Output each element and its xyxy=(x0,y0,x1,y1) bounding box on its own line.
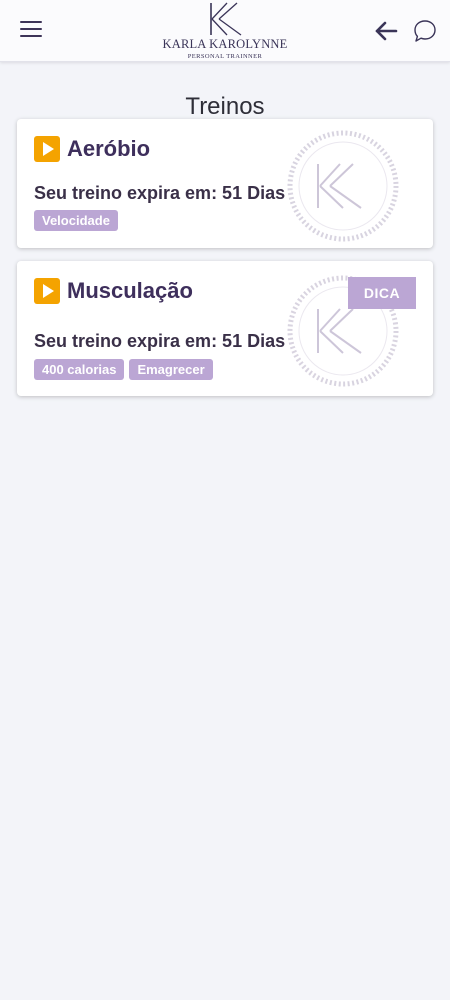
brand-name: KARLA KAROLYNNE xyxy=(162,37,288,51)
tag-badge: Velocidade xyxy=(34,210,118,231)
kk-monogram-icon xyxy=(210,2,242,36)
brand-subtitle: PERSONAL TRAINNER xyxy=(187,53,263,60)
play-icon xyxy=(34,136,60,162)
brand-seal-watermark xyxy=(287,130,399,242)
workout-card-musculacao[interactable]: Musculação DICA Seu treino expira em: 51… xyxy=(17,261,433,396)
page-title: Treinos xyxy=(185,93,265,121)
brand-logo: KARLA KAROLYNNE PERSONAL TRAINNER xyxy=(160,2,290,60)
chat-bubble-icon[interactable] xyxy=(412,18,438,44)
tag-badge: Emagrecer xyxy=(129,359,213,380)
tag-badge: 400 calorias xyxy=(34,359,125,380)
dica-button[interactable]: DICA xyxy=(348,277,416,309)
menu-icon[interactable] xyxy=(20,21,42,39)
tag-list: 400 calorias Emagrecer xyxy=(34,359,213,380)
tag-list: Velocidade xyxy=(34,210,118,231)
top-app-bar: KARLA KAROLYNNE PERSONAL TRAINNER xyxy=(0,0,450,62)
play-icon xyxy=(34,278,60,304)
arrow-left-icon[interactable] xyxy=(374,20,398,42)
card-title: Aeróbio xyxy=(67,136,151,161)
card-title: Musculação xyxy=(67,278,193,303)
card-expiry-text: Seu treino expira em: 51 Dias xyxy=(34,331,286,351)
workout-card-aerobio[interactable]: Aeróbio Seu treino expira em: 51 Dias Ve… xyxy=(17,119,433,248)
card-expiry-text: Seu treino expira em: 51 Dias xyxy=(34,183,286,203)
